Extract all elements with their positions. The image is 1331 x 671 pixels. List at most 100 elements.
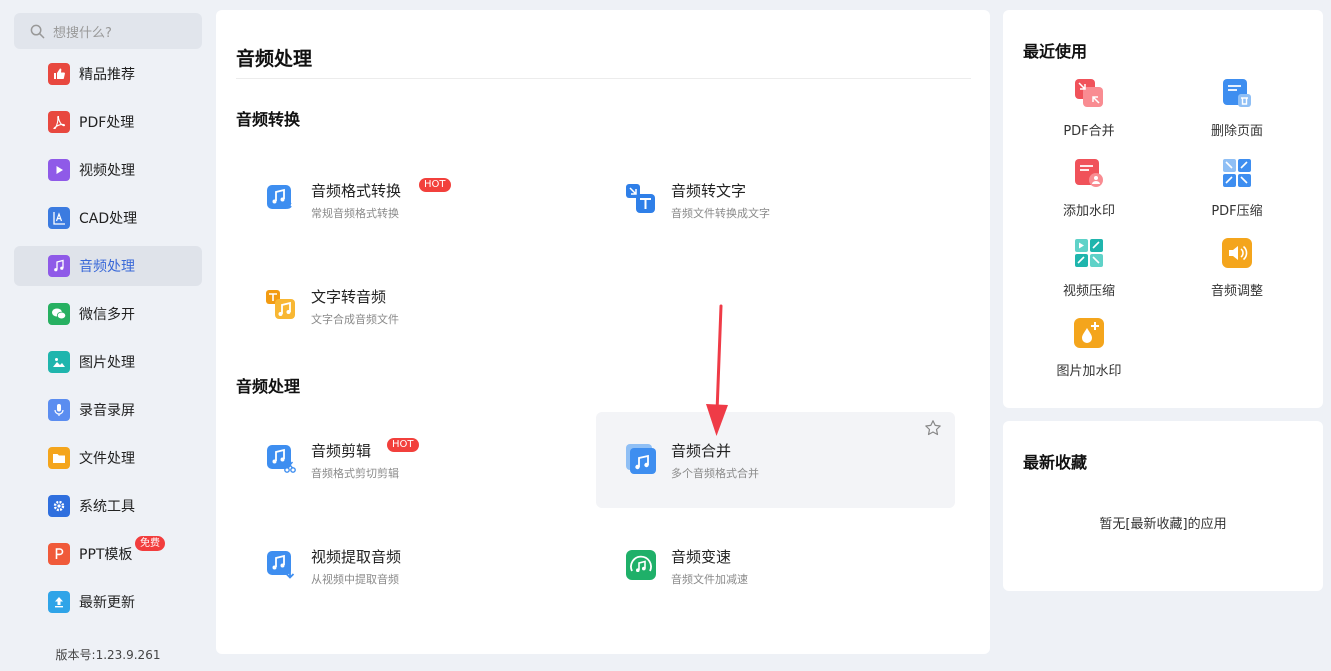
main-panel: 音频处理 音频转换 音频格式转换 HOT 常规音频格式转换 音频转文字 音频文件… (216, 10, 990, 654)
sidebar-item-label: PPT模板 (79, 547, 133, 563)
image-icon (48, 351, 70, 373)
audio-to-text-icon (626, 184, 655, 213)
tool-name: 音频变速 (671, 548, 732, 566)
favorites-title: 最新收藏 (1023, 453, 1088, 472)
tool-video-extract-audio[interactable]: 视频提取音频 从视频中提取音频 (236, 518, 595, 614)
ppt-icon (48, 543, 70, 565)
sidebar-item-label: PDF处理 (79, 115, 135, 131)
tool-description: 常规音频格式转换 (311, 207, 399, 220)
recent-item-label: 删除页面 (1210, 124, 1263, 139)
audio-convert-icon (267, 185, 292, 209)
tool-name: 文字转音频 (311, 288, 387, 306)
tool-description: 音频文件加减速 (671, 573, 748, 586)
recent-title: 最近使用 (1023, 42, 1088, 61)
divider (236, 78, 971, 79)
audio-speed-icon (626, 550, 656, 580)
sidebar-item-cad[interactable]: CAD处理 (14, 198, 202, 238)
pdf-icon (48, 111, 70, 133)
sidebar-item-system[interactable]: 系统工具 (14, 486, 202, 526)
folder-icon (48, 447, 70, 469)
sidebar-item-audio[interactable]: 音频处理 (14, 246, 202, 286)
video-compress-icon (1075, 239, 1103, 267)
recent-item-label: 视频压缩 (1062, 284, 1115, 299)
tool-name: 音频转文字 (671, 182, 747, 200)
recent-panel: 最近使用 PDF合并 删除页面 添加水印 PDF压缩 视频压缩 音频调整 图片加… (1003, 10, 1323, 408)
video-extract-audio-icon (267, 551, 295, 579)
tool-description: 从视频中提取音频 (311, 573, 399, 586)
gear-icon (48, 495, 70, 517)
recent-item-add-watermark[interactable]: 添加水印 (1029, 158, 1149, 219)
recent-item-delete-page[interactable]: 删除页面 (1177, 78, 1297, 139)
microphone-icon (48, 399, 70, 421)
sidebar-item-label: 音频处理 (79, 259, 135, 275)
recent-item-label: 音频调整 (1210, 284, 1263, 299)
tool-description: 多个音频格式合并 (671, 467, 759, 480)
sidebar-item-label: 最新更新 (79, 595, 135, 611)
tool-audio-speed[interactable]: 音频变速 音频文件加减速 (596, 518, 955, 614)
sidebar-item-label: 视频处理 (79, 163, 135, 179)
section-title: 音频转换 (236, 110, 301, 129)
favorites-empty-message: 暂无[最新收藏]的应用 (1099, 517, 1227, 532)
upload-arrow-icon (48, 591, 70, 613)
cad-icon (48, 207, 70, 229)
section-title: 音频处理 (236, 377, 301, 396)
tool-description: 音频文件转换成文字 (671, 207, 770, 220)
sidebar-item-ppt[interactable]: PPT模板 免费 (14, 534, 202, 574)
sidebar-item-files[interactable]: 文件处理 (14, 438, 202, 478)
pdf-compress-icon (1223, 159, 1251, 187)
tool-audio-to-text[interactable]: 音频转文字 音频文件转换成文字 (596, 152, 955, 248)
wechat-icon (48, 303, 70, 325)
sidebar-item-wechat[interactable]: 微信多开 (14, 294, 202, 334)
audio-adjust-icon (1222, 238, 1252, 268)
recent-item-label: PDF合并 (1063, 124, 1115, 139)
recent-item-image-watermark[interactable]: 图片加水印 (1029, 318, 1149, 379)
text-to-audio-icon (266, 290, 295, 319)
tool-name: 音频合并 (671, 442, 732, 460)
add-watermark-icon (1075, 159, 1103, 187)
tool-audio-cut[interactable]: 音频剪辑 HOT 音频格式剪切剪辑 (236, 412, 595, 508)
sidebar-nav: 精品推荐 PDF处理 视频处理 CAD处理 音频处理 微信多开 图片处理 录音录… (14, 54, 202, 630)
music-note-icon (48, 255, 70, 277)
recent-item-label: PDF压缩 (1211, 204, 1263, 219)
annotation-arrow (706, 304, 728, 436)
video-play-icon (48, 159, 70, 181)
sidebar-item-featured[interactable]: 精品推荐 (14, 54, 202, 94)
sidebar-item-label: 系统工具 (79, 499, 135, 515)
pdf-merge-icon (1075, 79, 1103, 107)
hot-badge: HOT (419, 178, 451, 192)
sidebar-item-recording[interactable]: 录音录屏 (14, 390, 202, 430)
tool-description: 文字合成音频文件 (311, 313, 399, 326)
free-badge: 免费 (135, 536, 165, 551)
search-input[interactable]: 想搜什么? (14, 13, 202, 49)
sidebar-item-label: 录音录屏 (79, 403, 135, 419)
page-title: 音频处理 (236, 48, 313, 70)
sidebar-item-video[interactable]: 视频处理 (14, 150, 202, 190)
hot-badge: HOT (387, 438, 419, 452)
recent-item-audio-adjust[interactable]: 音频调整 (1177, 238, 1297, 299)
sidebar-item-label: 图片处理 (79, 355, 135, 371)
sidebar-item-label: 精品推荐 (79, 67, 135, 83)
tool-name: 音频剪辑 (311, 442, 372, 460)
recent-item-label: 图片加水印 (1056, 364, 1122, 379)
recent-item-video-compress[interactable]: 视频压缩 (1029, 238, 1149, 299)
sidebar-item-label: 微信多开 (79, 307, 135, 323)
image-watermark-icon (1074, 318, 1104, 348)
tool-audio-merge[interactable]: 音频合并 多个音频格式合并 (596, 412, 955, 508)
star-favorite-icon[interactable] (924, 419, 942, 437)
audio-merge-icon (626, 444, 656, 474)
tool-name: 视频提取音频 (311, 548, 402, 566)
recent-item-pdf-merge[interactable]: PDF合并 (1029, 78, 1149, 139)
recent-item-pdf-compress[interactable]: PDF压缩 (1177, 158, 1297, 219)
sidebar-item-image[interactable]: 图片处理 (14, 342, 202, 382)
tool-audio-format-convert[interactable]: 音频格式转换 HOT 常规音频格式转换 (236, 152, 595, 248)
sidebar-item-pdf[interactable]: PDF处理 (14, 102, 202, 142)
tool-description: 音频格式剪切剪辑 (311, 467, 399, 480)
sidebar-item-updates[interactable]: 最新更新 (14, 582, 202, 622)
sidebar-item-label: 文件处理 (79, 451, 135, 467)
delete-page-icon (1223, 79, 1251, 107)
search-icon (30, 24, 45, 38)
sidebar: 想搜什么? 精品推荐 PDF处理 视频处理 CAD处理 音频处理 微信多开 图片… (0, 0, 216, 671)
favorites-panel: 最新收藏 暂无[最新收藏]的应用 (1003, 421, 1323, 591)
tool-text-to-audio[interactable]: 文字转音频 文字合成音频文件 (236, 258, 595, 354)
sidebar-item-label: CAD处理 (79, 211, 138, 227)
